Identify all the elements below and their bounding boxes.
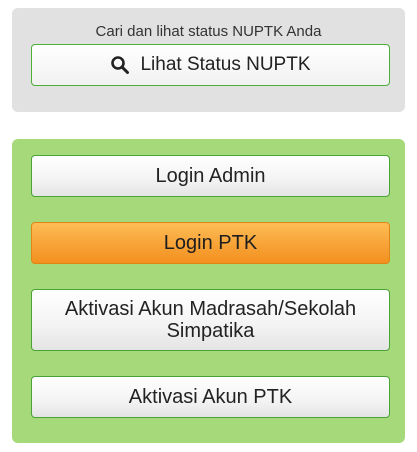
aktivasi-akun-ptk-label: Aktivasi Akun PTK (128, 385, 293, 408)
lihat-status-nuptk-button[interactable]: Lihat Status NUPTK (31, 44, 390, 86)
status-caption: Cari dan lihat status NUPTK Anda (95, 23, 322, 40)
login-ptk-label: Login PTK (163, 231, 258, 254)
aktivasi-akun-ptk-button[interactable]: Aktivasi Akun PTK (31, 376, 390, 418)
login-panel: Login Admin Login PTK Aktivasi Akun Madr… (12, 139, 405, 443)
lihat-status-nuptk-label: Lihat Status NUPTK (140, 54, 311, 75)
nuptk-status-panel: Cari dan lihat status NUPTK Anda Lihat S… (12, 8, 405, 112)
search-icon (110, 55, 130, 75)
login-admin-button[interactable]: Login Admin (31, 155, 390, 197)
login-admin-label: Login Admin (155, 164, 266, 187)
aktivasi-akun-sekolah-button[interactable]: Aktivasi Akun Madrasah/Sekolah Simpatika (31, 289, 390, 351)
aktivasi-akun-sekolah-label: Aktivasi Akun Madrasah/Sekolah Simpatika (64, 298, 357, 342)
login-ptk-button[interactable]: Login PTK (31, 222, 390, 264)
